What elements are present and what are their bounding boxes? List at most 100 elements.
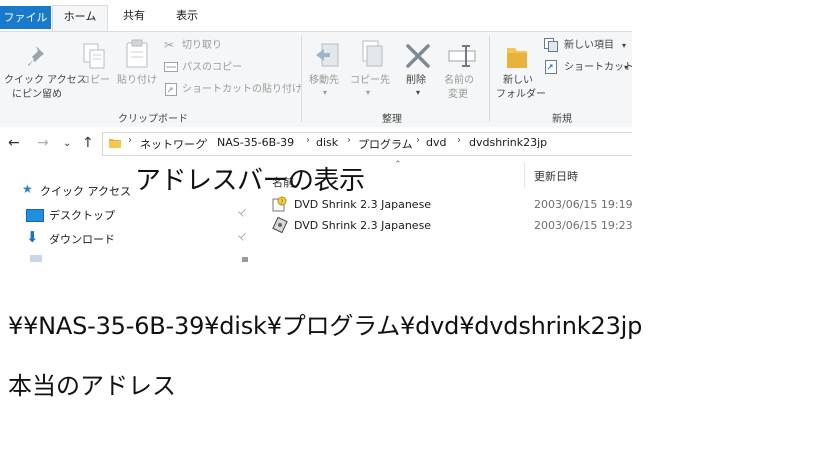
breadcrumb-program[interactable]: プログラム <box>358 136 413 152</box>
copy-icon <box>83 43 105 69</box>
clipboard-icon <box>126 39 148 68</box>
easy-access-button[interactable]: ショートカット ▾ <box>544 60 632 78</box>
breadcrumb-separator-icon: › <box>416 135 420 146</box>
file-name: DVD Shrink 2.3 Japanese <box>294 219 432 232</box>
copy-to-dropdown-icon: ▾ <box>366 88 371 97</box>
easy-access-dropdown-icon: ▾ <box>624 63 629 72</box>
setup-icon: ? <box>272 196 287 212</box>
download-icon: ⬇ <box>26 228 39 246</box>
copy-label: コピー <box>80 75 110 86</box>
pin-icon[interactable]: ⊥ <box>235 206 249 220</box>
up-arrow-icon[interactable]: ↑ <box>82 135 94 151</box>
tab-file[interactable]: ファイル <box>0 6 51 29</box>
rename-label-line1: 名前の <box>444 75 474 86</box>
rename-label-line2: 変更 <box>448 89 468 100</box>
move-to-button[interactable]: 移動先 ▾ <box>306 32 350 108</box>
file-date: 2003/06/15 19:23 <box>534 219 632 232</box>
copy-path-icon <box>164 62 178 72</box>
file-explorer-window: ファイル ホーム 共有 表示 クイック アクセス にピン留め コピー 貼り付け … <box>0 0 632 262</box>
column-label-date: 更新日時 <box>534 170 578 183</box>
nav-item-label: ダウンロード <box>49 233 115 246</box>
file-name: DVD Shrink 2.3 Japanese <box>294 198 432 211</box>
copy-to-icon <box>362 40 383 67</box>
breadcrumb-dvdshrink23jp[interactable]: dvdshrink23jp <box>469 136 547 149</box>
delete-dropdown-icon: ▾ <box>416 88 421 97</box>
nav-item-label: クイック アクセス <box>40 185 131 198</box>
new-item-dropdown-icon: ▾ <box>622 41 627 50</box>
move-to-dropdown-icon: ▾ <box>323 88 328 97</box>
address-bar[interactable]: › ネットワーク › NAS-35-6B-39 › disk › プログラム ›… <box>102 132 632 156</box>
nav-item-desktop[interactable]: デスクトップ ⊥ <box>26 206 256 225</box>
new-folder-icon <box>507 48 527 68</box>
paste-shortcut-button[interactable]: ショートカットの貼り付け <box>164 82 302 100</box>
forward-arrow-icon[interactable]: → <box>37 135 49 151</box>
paste-label: 貼り付け <box>117 75 157 86</box>
new-item-label: 新しい項目 <box>564 40 614 51</box>
cut-button[interactable]: ✂ 切り取り <box>164 38 294 56</box>
disc-app-icon <box>272 217 288 233</box>
star-icon: ★ <box>22 182 33 196</box>
table-row[interactable]: ? DVD Shrink 2.3 Japanese 2003/06/15 19:… <box>270 196 632 214</box>
breadcrumb-separator-icon: › <box>457 135 461 146</box>
breadcrumb-separator-icon: › <box>128 135 132 146</box>
clipboard-group-title: クリップボード <box>118 114 188 125</box>
desktop-icon <box>26 209 44 222</box>
paste-button[interactable]: 貼り付け <box>114 32 160 108</box>
new-folder-label-line1: 新しい <box>503 75 533 86</box>
real-address-caption: 本当のアドレス <box>8 372 176 400</box>
address-row: ← → ⌄ ↑ › ネットワーク › NAS-35-6B-39 › disk ›… <box>0 127 632 161</box>
delete-button[interactable]: 削除 ▾ <box>396 32 438 108</box>
breadcrumb-separator-icon: › <box>306 135 310 146</box>
new-item-icon <box>544 38 558 52</box>
move-to-icon <box>316 43 339 67</box>
paste-shortcut-label: ショートカットの貼り付け <box>182 84 302 95</box>
new-folder-label-line2: フォルダー <box>496 89 546 100</box>
pin-icon <box>242 257 248 262</box>
copy-path-button[interactable]: パスのコピー <box>164 60 294 78</box>
group-divider <box>489 36 490 122</box>
file-date: 2003/06/15 19:19 <box>534 198 632 211</box>
organize-group-title: 整理 <box>382 114 402 125</box>
paste-shortcut-icon <box>165 83 177 96</box>
pin-icon[interactable]: ⊥ <box>235 230 249 244</box>
cut-label: 切り取り <box>182 40 222 51</box>
ribbon: クイック アクセス にピン留め コピー 貼り付け ✂ 切り取り パスのコピー シ… <box>0 31 632 129</box>
ribbon-tab-bar: ファイル ホーム 共有 表示 <box>0 0 632 32</box>
new-item-button[interactable]: 新しい項目 ▾ <box>544 38 632 56</box>
breadcrumb-nas[interactable]: NAS-35-6B-39 <box>217 136 294 149</box>
column-separator[interactable] <box>524 162 525 188</box>
pin-label-line1: クイック アクセス <box>4 75 87 86</box>
nav-item-downloads[interactable]: ⬇ ダウンロード ⊥ <box>26 228 256 249</box>
column-header-date[interactable]: 更新日時 <box>526 166 632 190</box>
delete-x-icon <box>406 44 430 68</box>
breadcrumb-disk[interactable]: disk <box>316 136 338 149</box>
easy-access-icon <box>545 60 557 74</box>
pin-icon <box>28 46 44 66</box>
tab-share[interactable]: 共有 <box>112 5 156 27</box>
copy-path-label: パスのコピー <box>182 62 242 73</box>
svg-text:?: ? <box>280 199 283 206</box>
breadcrumb-dvd[interactable]: dvd <box>426 136 446 149</box>
back-arrow-icon[interactable]: ← <box>8 135 20 151</box>
rename-icon <box>448 45 476 67</box>
nav-item-cut-off <box>30 255 42 262</box>
tab-home[interactable]: ホーム <box>52 5 108 32</box>
recent-locations-chevron-icon[interactable]: ⌄ <box>63 138 71 149</box>
folder-icon <box>109 139 121 148</box>
new-folder-button[interactable]: 新しい フォルダー <box>492 32 546 108</box>
rename-button[interactable]: 名前の 変更 <box>440 32 484 108</box>
table-row[interactable]: DVD Shrink 2.3 Japanese 2003/06/15 19:23 <box>270 217 632 235</box>
copy-to-button[interactable]: コピー先 ▾ <box>350 32 392 108</box>
breadcrumb-separator-icon: › <box>347 135 351 146</box>
easy-access-label: ショートカット <box>564 62 632 73</box>
new-group-title: 新規 <box>552 114 572 125</box>
breadcrumb-network[interactable]: ネットワーク <box>140 136 206 152</box>
pin-label-line2: にピン留め <box>12 89 62 100</box>
group-divider <box>301 36 302 122</box>
real-path-text: ¥¥NAS-35-6B-39¥disk¥プログラム¥dvd¥dvdshrink2… <box>8 312 643 340</box>
scissors-icon: ✂ <box>164 38 175 52</box>
tab-view[interactable]: 表示 <box>163 5 211 27</box>
copy-button[interactable]: コピー <box>76 32 112 108</box>
breadcrumb-separator-icon: › <box>204 135 208 146</box>
pin-to-quick-access-button[interactable]: クイック アクセス にピン留め <box>0 32 87 108</box>
